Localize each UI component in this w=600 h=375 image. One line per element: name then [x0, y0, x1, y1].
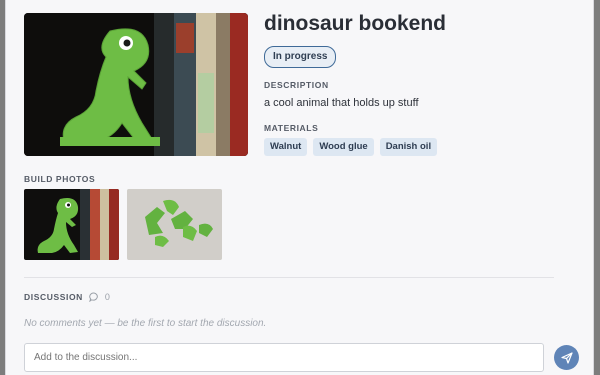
build-photo-image — [24, 189, 119, 260]
send-icon — [560, 351, 573, 364]
material-chip[interactable]: Wood glue — [313, 138, 374, 156]
status-badge[interactable]: In progress — [264, 46, 337, 68]
material-chip[interactable]: Danish oil — [379, 138, 438, 156]
description-text: a cool animal that holds up stuff — [264, 97, 419, 109]
divider — [24, 277, 554, 278]
dinosaur-bookend-image — [24, 13, 248, 156]
project-title: dinosaur bookend — [264, 12, 447, 35]
send-button[interactable] — [554, 345, 579, 370]
comment-count: 0 — [104, 292, 110, 302]
comment-icon — [89, 292, 99, 302]
build-photo-thumbnail[interactable] — [127, 189, 222, 260]
materials-list: Walnut Wood glue Danish oil — [264, 138, 438, 156]
materials-label: MATERIALS — [264, 123, 319, 133]
discussion-header: DISCUSSION 0 — [24, 292, 110, 302]
description-label: DESCRIPTION — [264, 80, 329, 90]
empty-discussion-text: No comments yet — be the first to start … — [24, 318, 267, 329]
discussion-input[interactable] — [24, 343, 544, 372]
build-photo-thumbnail[interactable] — [24, 189, 119, 260]
hero-photo[interactable] — [24, 13, 248, 156]
material-chip[interactable]: Walnut — [264, 138, 308, 156]
build-photos-label: BUILD PHOTOS — [24, 174, 96, 184]
build-photo-pieces-image — [127, 189, 222, 260]
discussion-label: DISCUSSION — [24, 292, 83, 302]
project-modal: dinosaur bookend In progress DESCRIPTION… — [5, 0, 594, 375]
